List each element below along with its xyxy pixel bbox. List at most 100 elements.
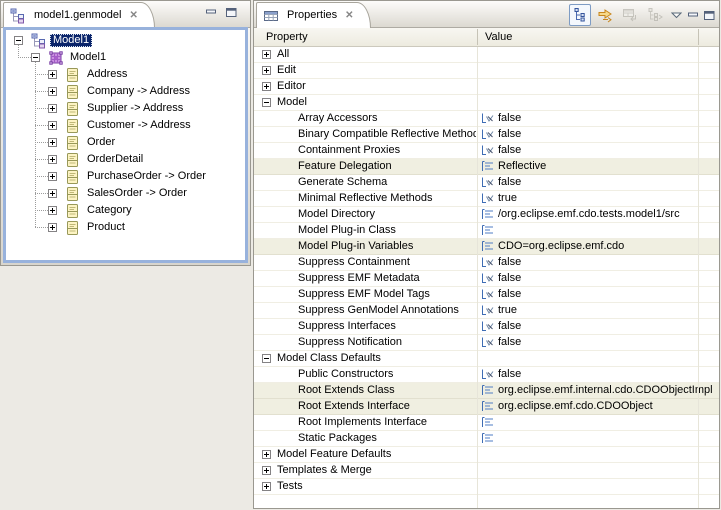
property-row-model-directory[interactable]: Model Directory/org.eclipse.emf.cdo.test… <box>254 207 719 223</box>
property-category-row-all[interactable]: All <box>254 47 719 63</box>
tree-mode-button[interactable] <box>569 4 591 26</box>
property-category-row-model-feature-defaults[interactable]: Model Feature Defaults <box>254 447 719 463</box>
expand-icon[interactable] <box>48 189 57 198</box>
expand-icon[interactable] <box>48 70 57 79</box>
property-value[interactable]: Reflective <box>498 160 546 173</box>
property-row-root-implements-interface[interactable]: Root Implements Interface <box>254 415 719 431</box>
property-value[interactable]: org.eclipse.emf.cdo.CDOObject <box>498 400 653 413</box>
property-row-suppress-emf-model-tags[interactable]: Suppress EMF Model Tagsfalse <box>254 287 719 303</box>
property-row-suppress-containment[interactable]: Suppress Containmentfalse <box>254 255 719 271</box>
property-row-generate-schema[interactable]: Generate Schemafalse <box>254 175 719 191</box>
property-row-model-plug-in-class[interactable]: Model Plug-in Class <box>254 223 719 239</box>
expand-icon[interactable] <box>262 82 271 91</box>
property-value[interactable]: false <box>498 176 521 189</box>
close-icon[interactable]: ✕ <box>342 11 353 21</box>
column-header-property[interactable]: Property <box>266 31 308 43</box>
view-menu-button[interactable] <box>669 4 684 26</box>
column-resize-handle[interactable] <box>698 29 699 45</box>
property-value[interactable]: false <box>498 272 521 285</box>
expand-icon[interactable] <box>48 87 57 96</box>
tree-item-supplier-address[interactable]: Supplier -> Address <box>6 100 245 117</box>
property-row-suppress-emf-metadata[interactable]: Suppress EMF Metadatafalse <box>254 271 719 287</box>
property-row-root-extends-class[interactable]: Root Extends Classorg.eclipse.emf.intern… <box>254 383 719 399</box>
collapse-icon[interactable] <box>14 36 23 45</box>
property-value[interactable]: false <box>498 320 521 333</box>
expand-icon[interactable] <box>48 223 57 232</box>
property-value[interactable]: false <box>498 112 521 125</box>
properties-tab[interactable]: Properties ✕ <box>256 2 371 28</box>
property-value[interactable]: false <box>498 368 521 381</box>
expand-icon[interactable] <box>262 66 271 75</box>
expand-icon[interactable] <box>48 155 57 164</box>
property-category-row-model[interactable]: Model <box>254 95 719 111</box>
property-value[interactable]: false <box>498 144 521 157</box>
collapse-icon[interactable] <box>31 53 40 62</box>
property-row-public-constructors[interactable]: Public Constructorsfalse <box>254 367 719 383</box>
property-value[interactable]: org.eclipse.emf.internal.cdo.CDOObjectIm… <box>498 384 713 397</box>
expand-icon[interactable] <box>48 138 57 147</box>
property-category-row-tests[interactable]: Tests <box>254 479 719 495</box>
property-value[interactable]: CDO=org.eclipse.emf.cdo <box>498 240 624 253</box>
tree-connector-line <box>35 210 48 211</box>
tree-item-purchaseorder-order[interactable]: PurchaseOrder -> Order <box>6 168 245 185</box>
expand-icon[interactable] <box>262 482 271 491</box>
property-value[interactable]: false <box>498 128 521 141</box>
class-icon <box>65 203 81 219</box>
tree-item-order[interactable]: Order <box>6 134 245 151</box>
property-value[interactable]: /org.eclipse.emf.cdo.tests.model1/src <box>498 208 680 221</box>
class-icon <box>65 84 81 100</box>
property-row-root-extends-interface[interactable]: Root Extends Interfaceorg.eclipse.emf.cd… <box>254 399 719 415</box>
expand-icon[interactable] <box>48 104 57 113</box>
show-advanced-properties-button[interactable] <box>594 4 616 26</box>
expand-icon[interactable] <box>48 172 57 181</box>
maximize-button[interactable] <box>225 7 238 18</box>
tree-item-product[interactable]: Product <box>6 219 245 236</box>
expand-icon[interactable] <box>48 121 57 130</box>
tree-item-model1[interactable]: Model1 <box>6 32 245 49</box>
restore-default-value-button[interactable] <box>619 4 641 26</box>
minimize-button[interactable] <box>687 10 700 21</box>
editor-tab-model1-genmodel[interactable]: model1.genmodel ✕ <box>3 2 155 28</box>
maximize-button[interactable] <box>703 10 716 21</box>
property-value[interactable]: true <box>498 304 517 317</box>
column-resize-handle[interactable] <box>477 29 478 45</box>
expand-icon[interactable] <box>262 450 271 459</box>
tree-item-company-address[interactable]: Company -> Address <box>6 83 245 100</box>
tree-item-model1[interactable]: Model1 <box>6 49 245 66</box>
property-row-suppress-genmodel-annotations[interactable]: Suppress GenModel Annotationstrue <box>254 303 719 319</box>
property-row-minimal-reflective-methods[interactable]: Minimal Reflective Methodstrue <box>254 191 719 207</box>
property-value[interactable]: false <box>498 256 521 269</box>
property-row-suppress-interfaces[interactable]: Suppress Interfacesfalse <box>254 319 719 335</box>
property-row-model-plug-in-variables[interactable]: Model Plug-in VariablesCDO=org.eclipse.e… <box>254 239 719 255</box>
collapse-icon[interactable] <box>262 98 271 107</box>
property-value[interactable]: true <box>498 192 517 205</box>
expand-icon[interactable] <box>262 466 271 475</box>
tree-item-salesorder-order[interactable]: SalesOrder -> Order <box>6 185 245 202</box>
property-row-static-packages[interactable]: Static Packages <box>254 431 719 447</box>
property-row-feature-delegation[interactable]: Feature DelegationReflective <box>254 159 719 175</box>
tree-connector-line <box>35 176 48 177</box>
property-row-array-accessors[interactable]: Array Accessorsfalse <box>254 111 719 127</box>
tree-item-customer-address[interactable]: Customer -> Address <box>6 117 245 134</box>
tree-item-label: Category <box>84 204 135 217</box>
text-value-icon <box>481 401 494 412</box>
property-value[interactable]: false <box>498 336 521 349</box>
close-icon[interactable]: ✕ <box>126 11 137 21</box>
minimize-button[interactable] <box>205 7 218 18</box>
collapse-icon[interactable] <box>262 354 271 363</box>
property-row-binary-compatible-reflective-methods[interactable]: Binary Compatible Reflective Methodsfals… <box>254 127 719 143</box>
property-value[interactable]: false <box>498 288 521 301</box>
property-category-row-edit[interactable]: Edit <box>254 63 719 79</box>
expand-icon[interactable] <box>262 50 271 59</box>
property-category-row-templates-merge[interactable]: Templates & Merge <box>254 463 719 479</box>
tree-item-orderdetail[interactable]: OrderDetail <box>6 151 245 168</box>
property-row-containment-proxies[interactable]: Containment Proxiesfalse <box>254 143 719 159</box>
tree-item-category[interactable]: Category <box>6 202 245 219</box>
property-row-suppress-notification[interactable]: Suppress Notificationfalse <box>254 335 719 351</box>
property-category-row-model-class-defaults[interactable]: Model Class Defaults <box>254 351 719 367</box>
column-header-value[interactable]: Value <box>485 31 512 43</box>
show-categories-button[interactable] <box>644 4 666 26</box>
expand-icon[interactable] <box>48 206 57 215</box>
tree-item-address[interactable]: Address <box>6 66 245 83</box>
property-category-row-editor[interactable]: Editor <box>254 79 719 95</box>
